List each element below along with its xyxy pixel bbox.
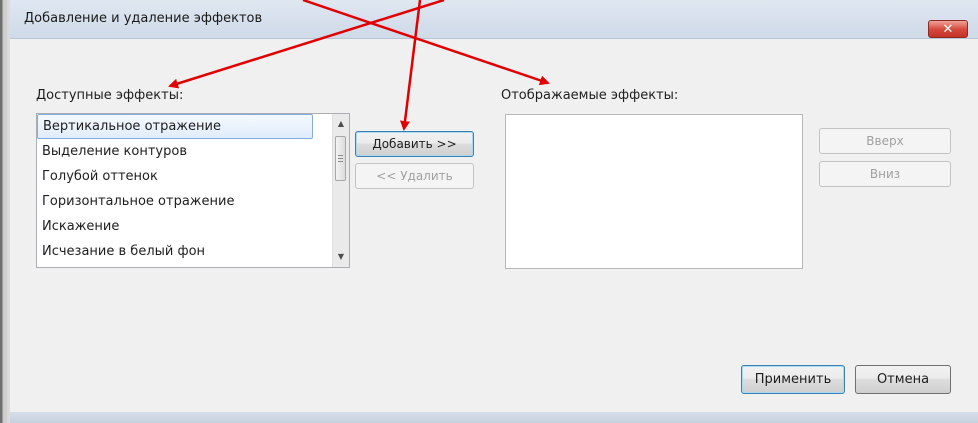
arrow-to-shown-label (302, 0, 550, 86)
arrow-to-available-label (168, 0, 445, 89)
annotation-arrows (168, 0, 550, 131)
arrow-to-add-button (400, 0, 422, 131)
